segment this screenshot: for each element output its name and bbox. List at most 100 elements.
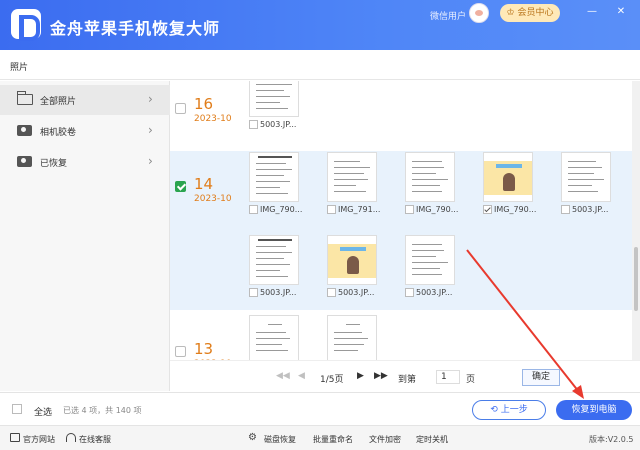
group-month: 2023-10 (194, 114, 232, 124)
vip-crown-icon: ♔ (506, 8, 518, 18)
sidebar-item-camera-roll[interactable]: 相机胶卷 › (0, 116, 170, 146)
minimize-button[interactable]: — (585, 5, 599, 19)
thumbnail-image (327, 152, 377, 202)
group-checkbox[interactable] (175, 346, 186, 357)
sidebar-item-all-photos[interactable]: 全部照片 › (0, 85, 170, 115)
photo-thumb[interactable]: IMG_790... (405, 152, 459, 218)
group-day: 16 (194, 95, 214, 113)
vip-label: 会员中心 (517, 8, 554, 18)
photo-grid: 16 2023-10 5003.JP... 14 2023-10 IMG_790… (170, 81, 632, 360)
prev-page-button[interactable]: ◀ (298, 371, 305, 381)
prev-step-button[interactable]: ⟲ 上一步 (472, 400, 546, 420)
camera-icon (17, 125, 33, 137)
monitor-icon (10, 433, 20, 442)
thumbnail-image (561, 152, 611, 202)
close-button[interactable]: ✕ (614, 5, 628, 19)
photo-checkbox[interactable] (405, 205, 414, 214)
folder-icon (17, 91, 33, 106)
sidebar-item-label: 相机胶卷 (40, 128, 77, 138)
goto-label: 到第 (398, 375, 417, 385)
breadcrumb: 照片 (10, 63, 29, 73)
pagination: ◀◀ ◀ 1/5页 ▶ ▶▶ 到第 1 页 确定 (170, 360, 640, 392)
camera-icon (17, 156, 33, 168)
thumbnail-image (405, 235, 455, 285)
group-day: 13 (194, 340, 214, 358)
gear-icon: ⚙ (248, 432, 257, 443)
app-logo-icon (11, 9, 41, 41)
date-group: 16 2023-10 5003.JP... (170, 81, 632, 151)
avatar[interactable] (469, 3, 489, 23)
photo-checkbox[interactable] (483, 205, 492, 214)
thumbnail-image (249, 315, 299, 360)
photo-checkbox[interactable] (249, 288, 258, 297)
version-label: 版本:V2.0.5 (589, 435, 634, 444)
scrollbar[interactable] (632, 81, 640, 360)
last-page-button[interactable]: ▶▶ (374, 371, 388, 381)
group-month: 2023-10 (194, 194, 232, 204)
photo-thumb[interactable] (249, 315, 301, 360)
thumbnail-image (249, 81, 299, 117)
user-name[interactable]: 微信用户 (430, 9, 466, 22)
breadcrumb-bar: 照片 (0, 50, 640, 80)
photo-checkbox[interactable] (405, 288, 414, 297)
page-unit: 页 (466, 375, 476, 385)
confirm-button[interactable]: 确定 (522, 369, 560, 386)
group-checkbox[interactable] (175, 103, 186, 114)
photo-checkbox[interactable] (249, 120, 258, 129)
vip-center-button[interactable]: ♔ 会员中心 (500, 4, 560, 22)
timed-shutdown-link[interactable]: 定时关机 (416, 434, 448, 445)
photo-name: IMG_790... (260, 205, 303, 214)
photo-thumb[interactable]: 5003.JP... (405, 235, 457, 301)
headset-icon (66, 433, 76, 442)
page-number-input[interactable]: 1 (436, 370, 460, 384)
photo-name: 5003.JP... (572, 205, 609, 214)
photo-thumb[interactable]: 5003.JP... (249, 81, 301, 133)
photo-name: 5003.JP... (338, 288, 375, 297)
app-title: 金舟苹果手机恢复大师 (50, 19, 221, 38)
chevron-right-icon: › (148, 123, 153, 137)
sidebar-item-label: 全部照片 (40, 97, 77, 107)
photo-name: IMG_790... (416, 205, 459, 214)
disk-recovery-link[interactable]: 磁盘恢复 (264, 434, 296, 445)
page-indicator: 1/5页 (320, 375, 344, 385)
photo-thumb[interactable]: 5003.JP... (327, 235, 379, 301)
website-link[interactable]: 官方网站 (23, 434, 55, 445)
photo-checkbox[interactable] (249, 205, 258, 214)
photo-thumb[interactable] (327, 315, 379, 360)
select-all-checkbox[interactable] (12, 404, 22, 414)
photo-thumb[interactable]: 5003.JP... (249, 235, 301, 301)
photo-checkbox[interactable] (327, 205, 336, 214)
scrollbar-thumb[interactable] (634, 247, 638, 311)
photo-thumb[interactable]: IMG_790... (249, 152, 303, 218)
first-page-button[interactable]: ◀◀ (276, 371, 290, 381)
next-page-button[interactable]: ▶ (357, 371, 364, 381)
photo-name: 5003.JP... (260, 288, 297, 297)
selection-info: 已选 4 项，共 140 项 (63, 406, 142, 415)
thumbnail-image (249, 235, 299, 285)
thumbnail-image (327, 235, 377, 285)
batch-rename-link[interactable]: 批量重命名 (313, 434, 353, 445)
select-all-label[interactable]: 全选 (34, 405, 52, 418)
photo-name: 5003.JP... (260, 120, 297, 129)
sidebar-item-recovered[interactable]: 已恢复 › (0, 147, 170, 177)
footer: 官方网站 在线客服 ⚙ 磁盘恢复 批量重命名 文件加密 定时关机 版本:V2.0… (0, 425, 640, 450)
action-bar: 全选 已选 4 项，共 140 项 ⟲ 上一步 恢复到电脑 (0, 392, 640, 425)
date-group: 13 2023-10 (170, 310, 632, 360)
group-day: 14 (194, 175, 214, 193)
photo-thumb[interactable]: IMG_790... (483, 152, 537, 218)
photo-name: IMG_790... (494, 205, 537, 214)
chevron-right-icon: › (148, 92, 153, 106)
photo-name: 5003.JP... (416, 288, 453, 297)
photo-checkbox[interactable] (561, 205, 570, 214)
recover-to-pc-button[interactable]: 恢复到电脑 (556, 400, 632, 420)
group-checkbox[interactable] (175, 181, 186, 192)
chevron-right-icon: › (148, 154, 153, 168)
online-service-link[interactable]: 在线客服 (79, 434, 111, 445)
photo-name: IMG_791... (338, 205, 381, 214)
title-bar: 金舟苹果手机恢复大师 微信用户 ♔ 会员中心 — ✕ (0, 0, 640, 50)
file-encrypt-link[interactable]: 文件加密 (369, 434, 401, 445)
photo-thumb[interactable]: IMG_791... (327, 152, 381, 218)
photo-thumb[interactable]: 5003.JP... (561, 152, 613, 218)
thumbnail-image (327, 315, 377, 360)
photo-checkbox[interactable] (327, 288, 336, 297)
